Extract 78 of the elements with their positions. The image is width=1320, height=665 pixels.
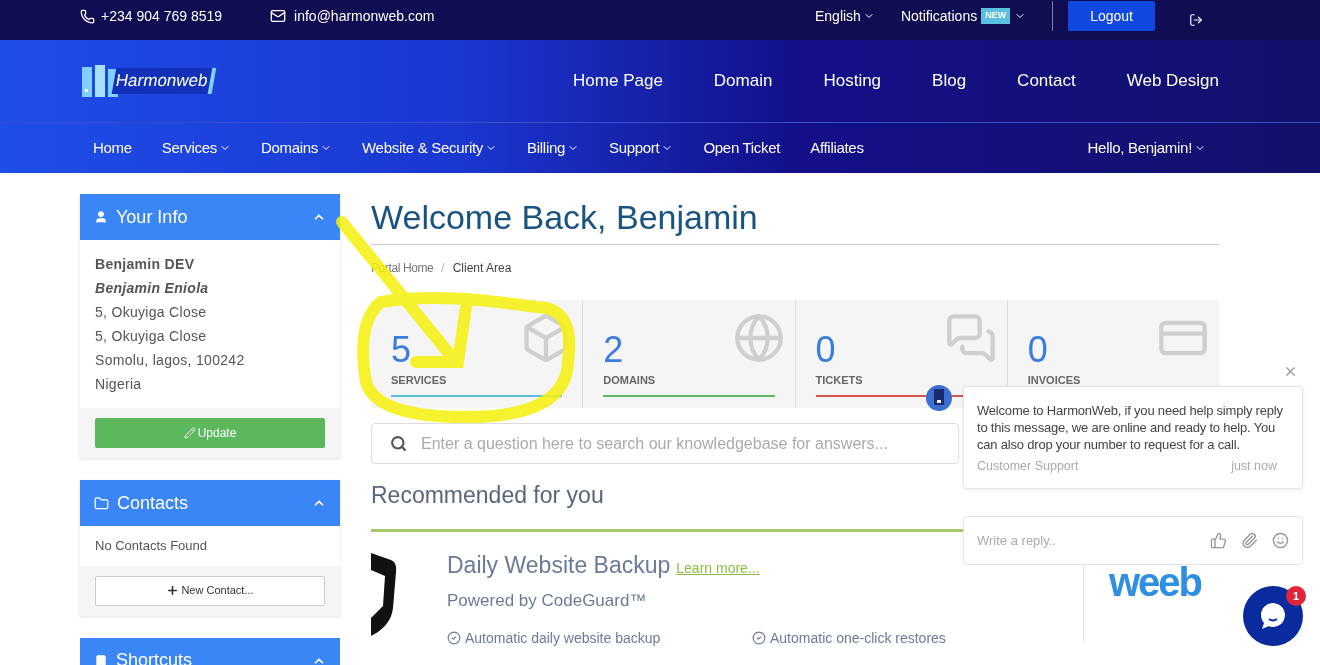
search-icon	[390, 435, 407, 452]
thumbs-up-icon[interactable]	[1210, 532, 1227, 549]
main-nav-link[interactable]: Domain	[713, 68, 773, 94]
bookmark-icon	[94, 653, 108, 665]
stat-count: 0	[1027, 330, 1048, 370]
page-title: Welcome Back, Benjamin	[371, 194, 1219, 245]
language-menu[interactable]: English	[815, 5, 875, 27]
stat-count: 5	[391, 330, 412, 370]
chat-bubbles-icon	[944, 312, 997, 364]
panel-header[interactable]: Contacts	[80, 480, 340, 526]
main-nav-link[interactable]: Home Page	[573, 68, 663, 94]
address-line: Nigeria	[95, 375, 143, 394]
logo-text: Harmonweb	[111, 68, 216, 94]
paperclip-icon[interactable]	[1241, 532, 1258, 549]
stat-tile[interactable]: 2 DOMAINS	[582, 300, 795, 408]
search-input[interactable]: Enter a question here to search our knowledgebase for answers...	[421, 431, 954, 456]
chat-launcher-button[interactable]	[1243, 586, 1303, 646]
folder-icon	[94, 495, 109, 511]
feature-text: Automatic one-click restores	[770, 628, 946, 648]
nav-menu-item[interactable]: Affiliates	[810, 136, 864, 160]
panel-title: Contacts	[117, 491, 189, 515]
stat-label: SERVICES	[391, 373, 447, 388]
main-nav-link[interactable]: Blog	[932, 68, 967, 94]
close-icon[interactable]	[1283, 364, 1298, 379]
check-icon	[447, 631, 461, 645]
user-icon	[94, 210, 108, 224]
breadcrumb-link[interactable]: Client Area	[452, 259, 512, 277]
mail-icon	[270, 8, 287, 24]
email-address: info@harmonweb.com	[294, 6, 435, 26]
user-menu[interactable]: Hello, Benjamin!	[1087, 136, 1206, 160]
address-line: 5, Okuyiga Close	[95, 303, 208, 322]
nav-menu-item[interactable]: Billing	[527, 136, 579, 160]
nav-menu-item[interactable]: Home	[93, 136, 132, 160]
stat-label: INVOICES	[1027, 373, 1081, 388]
address-line: 5, Okuyiga Close	[95, 327, 208, 346]
nav-menu-item[interactable]: Support	[609, 136, 674, 160]
reply-bar[interactable]: Write a reply..	[963, 516, 1303, 565]
new-badge: NEW	[981, 8, 1011, 24]
empty-message: No Contacts Found	[94, 537, 208, 555]
pencil-icon	[183, 427, 196, 439]
new-contact-button[interactable]: New Contact...	[95, 575, 325, 606]
product-subtitle: Powered by CodeGuard™	[447, 590, 648, 612]
stat-count: 2	[603, 330, 624, 370]
product-title: Daily Website Backup	[447, 550, 671, 580]
nav-menu-item[interactable]: Services	[161, 136, 231, 160]
panel-title: Your Info	[116, 205, 188, 229]
knowledgebase-search-bar[interactable]: Enter a question here to search our knowledgebase for answers...	[371, 423, 959, 464]
nav-menu-item[interactable]: Website & Security	[362, 136, 498, 160]
breadcrumb-separator: /	[441, 260, 445, 277]
check-icon	[752, 631, 766, 645]
nav-menu-item[interactable]: Open Ticket	[703, 136, 781, 160]
reply-input[interactable]: Write a reply..	[977, 530, 1210, 551]
stat-tile[interactable]: 5 SERVICES	[371, 300, 583, 408]
plus-icon	[166, 584, 180, 597]
company-name: Benjamin DEV	[95, 255, 196, 274]
feature-text: Automatic daily website backup	[465, 628, 661, 648]
stat-label: TICKETS	[815, 373, 863, 388]
smiley-icon[interactable]	[1272, 532, 1289, 549]
unread-badge: 1	[1286, 586, 1306, 606]
logout-icon[interactable]	[1189, 13, 1203, 27]
globe-icon	[732, 312, 785, 364]
address-line: Somolu, lagos, 100242	[95, 351, 246, 370]
main-nav-link[interactable]: Contact	[1017, 68, 1076, 94]
nav-menu-item[interactable]: Domains	[260, 136, 333, 160]
client-name: Benjamin Eniola	[95, 279, 210, 298]
sender-name: Customer Support	[977, 458, 1079, 475]
stat-label: DOMAINS	[603, 373, 656, 388]
notifications-menu[interactable]: Notifications	[900, 5, 978, 27]
message-time: just now	[1231, 458, 1278, 475]
chat-bubble-icon	[1259, 601, 1287, 631]
stat-count: 0	[815, 330, 836, 370]
main-nav-link[interactable]: Web Design	[1126, 68, 1219, 94]
phone-icon	[80, 8, 95, 24]
logout-button[interactable]: Logout	[1068, 1, 1155, 31]
phone-number: +234 904 769 8519	[101, 6, 223, 26]
logo[interactable]: Harmonweb	[82, 65, 214, 97]
main-nav-link[interactable]: Hosting	[823, 68, 882, 94]
panel-header[interactable]: Your Info	[80, 194, 340, 240]
